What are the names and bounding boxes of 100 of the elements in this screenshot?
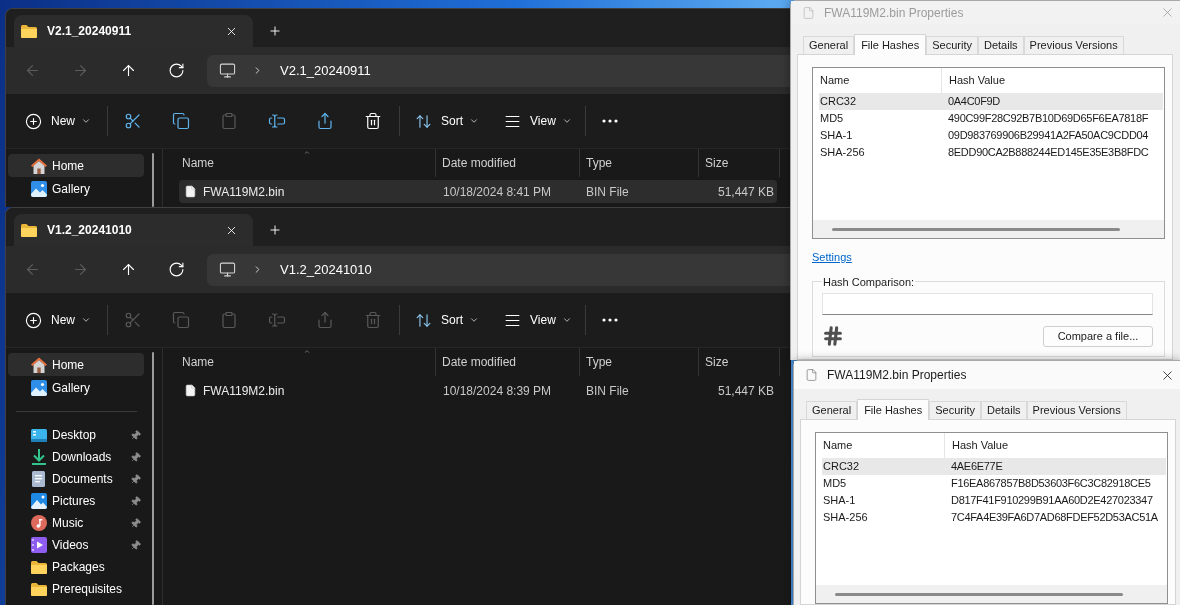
file-icon bbox=[184, 383, 197, 398]
dialog-tab[interactable]: File Hashes bbox=[857, 399, 930, 420]
dialog-tab[interactable]: Security bbox=[929, 401, 981, 419]
hash-input[interactable] bbox=[822, 293, 1153, 315]
column-header[interactable]: Type bbox=[580, 348, 699, 376]
hash-row[interactable]: SHA-256 8EDD90CA2B888244ED145E35E3B8FDC bbox=[819, 144, 1163, 161]
breadcrumb-folder[interactable]: V1.2_20241010 bbox=[280, 259, 372, 280]
hash-row[interactable]: SHA-1 09D983769906B29941A2FA50AC9CDD04 bbox=[819, 127, 1163, 144]
dialog-title: FWA119M2.bin Properties bbox=[824, 4, 964, 22]
nav-pane-item[interactable]: Home bbox=[8, 154, 144, 177]
dialog-tab[interactable]: Security bbox=[926, 36, 978, 54]
file-icon bbox=[805, 367, 818, 383]
image-icon bbox=[31, 180, 47, 197]
column-header[interactable]: Size bbox=[699, 149, 780, 177]
column-header[interactable]: Name bbox=[179, 149, 436, 177]
dialog-tab[interactable]: Details bbox=[977, 36, 1024, 54]
dialog-tab[interactable]: Previous Versions bbox=[1023, 36, 1124, 54]
nav-pane-item[interactable]: Videos bbox=[8, 534, 144, 556]
view-button[interactable]: View bbox=[497, 304, 578, 336]
file-row[interactable]: FWA119M2.bin 10/18/2024 8:39 PM BIN File 51,447 KB bbox=[179, 379, 777, 402]
download-arrow-icon bbox=[32, 449, 46, 465]
address-bar[interactable]: V2.1_20240911 bbox=[207, 54, 791, 87]
dialog-tab[interactable]: General bbox=[806, 401, 858, 419]
hash-name: CRC32 bbox=[822, 459, 861, 475]
monitor-icon bbox=[219, 62, 236, 79]
hash-value: 7C4FA4E39FA6D7AD68FDEF52D53AC51A bbox=[951, 510, 1158, 526]
file-size-text: 51,447 KB bbox=[716, 382, 775, 400]
hash-row[interactable]: SHA-256 7C4FA4E39FA6D7AD68FDEF52D53AC51A bbox=[822, 509, 1166, 526]
horizontal-scrollbar[interactable] bbox=[813, 220, 1164, 238]
dialog-tab[interactable]: File Hashes bbox=[854, 34, 927, 55]
music-note-icon bbox=[31, 515, 47, 531]
sort-button[interactable]: Sort bbox=[408, 304, 486, 336]
column-header[interactable]: Hash Value bbox=[945, 433, 1167, 458]
settings-link[interactable]: Settings bbox=[812, 249, 852, 266]
dialog-tab[interactable]: General bbox=[803, 36, 855, 54]
nav-pane-item[interactable]: Pictures bbox=[8, 490, 144, 512]
hash-name: SHA-256 bbox=[822, 510, 869, 526]
breadcrumb-folder[interactable]: V2.1_20240911 bbox=[280, 60, 371, 81]
hash-name: MD5 bbox=[819, 111, 845, 127]
column-header[interactable]: Size bbox=[699, 348, 780, 376]
caret-icon bbox=[81, 116, 91, 126]
folder-tab[interactable]: V1.2_20241010 bbox=[14, 214, 253, 246]
nav-pane-item[interactable]: Documents bbox=[8, 468, 144, 490]
nav-pane-item[interactable]: Prerequisites bbox=[8, 578, 144, 600]
hash-name: MD5 bbox=[822, 476, 848, 492]
hash-name: SHA-256 bbox=[819, 145, 866, 161]
file-name: FWA119M2.bin bbox=[203, 183, 285, 201]
hash-row[interactable]: CRC32 0A4C0F9D bbox=[819, 93, 1163, 110]
scrollbar-thumb[interactable] bbox=[835, 592, 1123, 596]
new-button[interactable]: New bbox=[18, 304, 97, 336]
hash-row[interactable]: MD5 F16EA867857B8D53603F6C3C82918CE5 bbox=[822, 475, 1166, 492]
hash-name: SHA-1 bbox=[822, 493, 857, 509]
compare-file-button[interactable]: Compare a file... bbox=[1043, 325, 1153, 347]
scrollbar-thumb[interactable] bbox=[152, 153, 154, 207]
file-name: FWA119M2.bin bbox=[203, 382, 285, 400]
hash-row[interactable]: CRC32 4AE6E77E bbox=[822, 458, 1166, 475]
dialog-tab[interactable]: Details bbox=[980, 401, 1027, 419]
desktop-icon bbox=[31, 428, 47, 442]
nav-pane-item[interactable]: Desktop bbox=[8, 424, 144, 446]
hash-row[interactable]: SHA-1 D817F41F910299B91AA60D2E427023347 bbox=[822, 492, 1166, 509]
dialog-tab[interactable]: Previous Versions bbox=[1026, 401, 1127, 419]
file-icon bbox=[802, 4, 815, 21]
scrollbar-thumb[interactable] bbox=[152, 352, 154, 605]
column-header[interactable]: Date modified bbox=[436, 348, 580, 376]
scrollbar-thumb[interactable] bbox=[832, 227, 1120, 231]
house-icon bbox=[31, 356, 47, 373]
nav-pane-item[interactable]: Downloads bbox=[8, 446, 144, 468]
column-header[interactable]: Hash Value bbox=[942, 68, 1164, 93]
view-button[interactable]: View bbox=[497, 105, 578, 137]
address-bar[interactable]: V1.2_20241010 bbox=[207, 253, 791, 286]
nav-pane-item[interactable]: Gallery bbox=[8, 376, 144, 399]
group-label: Hash Comparison: bbox=[822, 274, 916, 290]
nav-pane-item[interactable]: Home bbox=[8, 353, 144, 376]
folder-tab[interactable]: V2.1_20240911 bbox=[14, 15, 253, 47]
column-header[interactable]: Type bbox=[580, 149, 699, 177]
file-row[interactable]: FWA119M2.bin 10/18/2024 8:41 PM BIN File 51,447 KB bbox=[179, 180, 777, 203]
video-icon bbox=[31, 537, 47, 553]
column-header[interactable]: Name bbox=[179, 348, 436, 376]
hash-value: 09D983769906B29941A2FA50AC9CDD04 bbox=[948, 128, 1149, 144]
nav-pane-item[interactable]: Packages bbox=[8, 556, 144, 578]
plus-icon bbox=[268, 223, 282, 237]
nav-pane-item[interactable]: Music bbox=[8, 512, 144, 534]
hash-icon bbox=[822, 325, 844, 347]
sort-button[interactable]: Sort bbox=[408, 105, 486, 137]
caret-icon bbox=[561, 315, 572, 325]
picture-icon bbox=[31, 493, 47, 509]
date-modified-text: 10/18/2024 8:39 PM bbox=[442, 382, 553, 400]
column-header[interactable]: Date modified bbox=[436, 149, 580, 177]
hash-row[interactable]: MD5 490C99F28C92B7B10D69D65F6EA7818F bbox=[819, 110, 1163, 127]
hash-value: 490C99F28C92B7B10D69D65F6EA7818F bbox=[948, 111, 1149, 127]
caret-icon bbox=[81, 315, 91, 325]
plus-icon bbox=[268, 24, 282, 38]
nav-pane-item[interactable]: Gallery bbox=[8, 177, 144, 200]
hash-value: 0A4C0F9D bbox=[948, 94, 1000, 110]
horizontal-scrollbar[interactable] bbox=[816, 585, 1167, 603]
file-size-text: 51,447 KB bbox=[716, 183, 775, 201]
hash-value: 4AE6E77E bbox=[951, 459, 1003, 475]
document-icon bbox=[32, 471, 45, 487]
folder-icon bbox=[31, 582, 47, 596]
new-button[interactable]: New bbox=[18, 105, 97, 137]
